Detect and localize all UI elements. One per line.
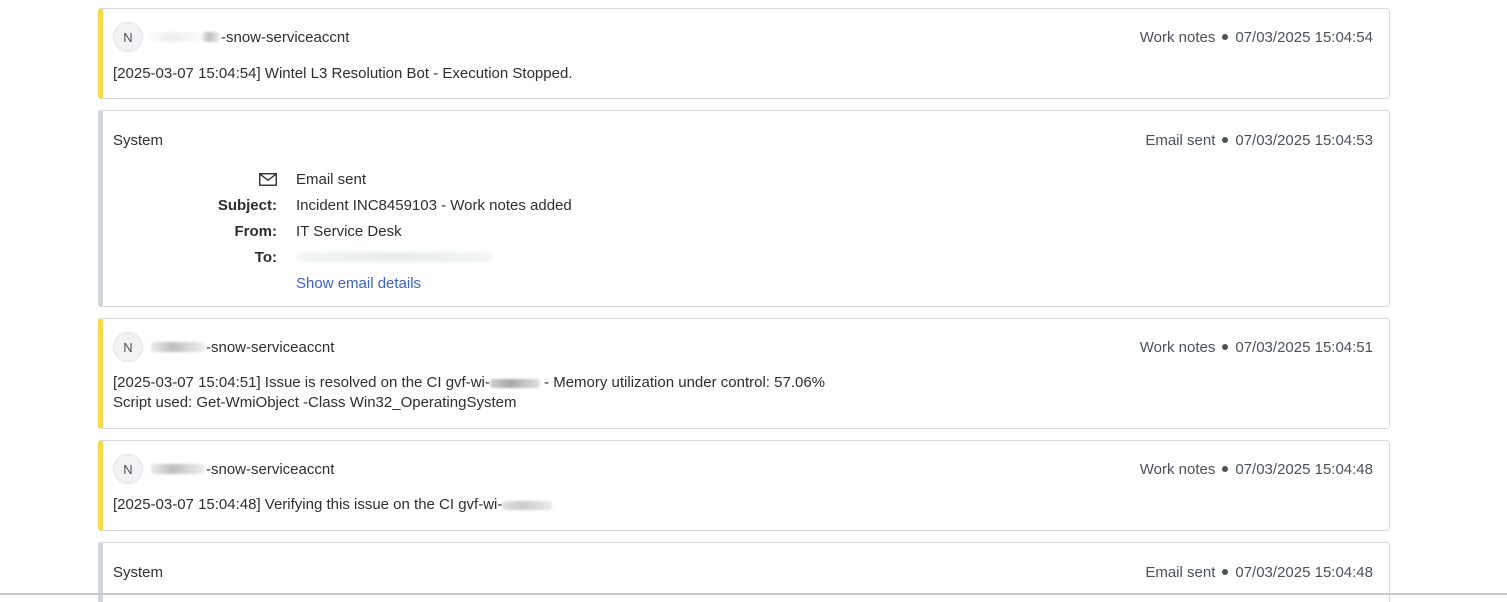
entry-body: [2025-03-07 15:04:48] Verifying this iss… bbox=[113, 495, 1373, 515]
entry-body: [2025-03-07 15:04:51] Issue is resolved … bbox=[113, 373, 1373, 413]
entry-body: [2025-03-07 15:04:54] Wintel L3 Resoluti… bbox=[113, 64, 1373, 84]
entry-text-suffix: - Memory utilization under control: 57.0… bbox=[539, 374, 826, 391]
separator-dot bbox=[1222, 569, 1229, 575]
entry-type-label: Work notes bbox=[1139, 28, 1216, 46]
entry-meta: Work notes 07/03/2025 15:04:51 bbox=[1140, 339, 1373, 356]
separator-dot bbox=[1222, 137, 1229, 143]
entry-timestamp: 07/03/2025 15:04:48 bbox=[1235, 460, 1373, 478]
entry-text-line: [2025-03-07 15:04:48] Verifying this iss… bbox=[113, 495, 1373, 515]
redacted-recipient bbox=[296, 252, 492, 262]
activity-entry-work-notes: N -snow-serviceaccnt Work notes 07/03/20… bbox=[98, 8, 1390, 99]
author-block: N -snow-serviceaccnt bbox=[113, 22, 349, 52]
author-name: -snow-serviceaccnt bbox=[206, 460, 335, 478]
separator-dot bbox=[1222, 344, 1229, 350]
email-from: IT Service Desk bbox=[296, 222, 402, 240]
activity-entry-work-notes: N -snow-serviceaccnt Work notes 07/03/20… bbox=[98, 318, 1390, 429]
to-label: To: bbox=[254, 248, 277, 266]
avatar[interactable]: N bbox=[113, 332, 143, 362]
redacted-text bbox=[151, 32, 201, 42]
email-details-row: Show email details bbox=[113, 270, 713, 296]
entry-text-prefix: [2025-03-07 15:04:48] Verifying this iss… bbox=[113, 496, 503, 513]
avatar[interactable]: N bbox=[113, 454, 143, 484]
activity-entry-work-notes: N -snow-serviceaccnt Work notes 07/03/20… bbox=[98, 440, 1390, 531]
entry-timestamp: 07/03/2025 15:04:54 bbox=[1235, 28, 1373, 46]
entry-text-line: Script used: Get-WmiObject -Class Win32_… bbox=[113, 394, 517, 411]
entry-type-label: Email sent bbox=[1145, 131, 1216, 149]
entry-text-line: [2025-03-07 15:04:51] Issue is resolved … bbox=[113, 373, 1373, 393]
email-status-row: Email sent bbox=[113, 166, 713, 192]
activity-entry-email: System Email sent 07/03/2025 15:04:53 Em… bbox=[98, 110, 1390, 307]
avatar[interactable]: N bbox=[113, 22, 143, 52]
entry-type-label: Work notes bbox=[1139, 460, 1216, 478]
email-from-row: From: IT Service Desk bbox=[113, 218, 713, 244]
separator-dot bbox=[1222, 34, 1229, 40]
entry-meta: Email sent 07/03/2025 15:04:53 bbox=[1145, 132, 1373, 149]
entry-timestamp: 07/03/2025 15:04:48 bbox=[1235, 563, 1373, 581]
from-label: From: bbox=[234, 222, 278, 240]
entry-timestamp: 07/03/2025 15:04:53 bbox=[1235, 131, 1373, 149]
entry-meta: Work notes 07/03/2025 15:04:54 bbox=[1140, 29, 1373, 46]
page-divider bbox=[0, 593, 1507, 595]
author-block: N -snow-serviceaccnt bbox=[113, 454, 334, 484]
email-subject: Incident INC8459103 - Work notes added bbox=[296, 196, 572, 214]
show-email-details-link[interactable]: Show email details bbox=[296, 275, 421, 292]
entry-meta: Email sent 07/03/2025 15:04:48 bbox=[1145, 564, 1373, 581]
email-status: Email sent bbox=[296, 170, 367, 188]
entry-header: N -snow-serviceaccnt Work notes 07/03/20… bbox=[113, 332, 1373, 362]
author-name: System bbox=[113, 563, 164, 581]
redacted-text bbox=[489, 378, 540, 388]
entry-type-label: Email sent bbox=[1145, 563, 1216, 581]
envelope-icon bbox=[113, 172, 296, 186]
redacted-text bbox=[151, 464, 205, 474]
entry-header: N -snow-serviceaccnt Work notes 07/03/20… bbox=[113, 454, 1373, 484]
entry-timestamp: 07/03/2025 15:04:51 bbox=[1235, 338, 1373, 356]
entry-header: System Email sent 07/03/2025 15:04:48 bbox=[113, 558, 1373, 586]
entry-type-label: Work notes bbox=[1139, 338, 1216, 356]
redacted-text bbox=[202, 32, 220, 42]
subject-label: Subject: bbox=[217, 196, 277, 214]
author-name: -snow-serviceaccnt bbox=[206, 338, 335, 356]
email-to-row: To: bbox=[113, 244, 713, 270]
author-name: System bbox=[113, 131, 164, 149]
entry-header: N -snow-serviceaccnt Work notes 07/03/20… bbox=[113, 22, 1373, 52]
email-subject-row: Subject: Incident INC8459103 - Work note… bbox=[113, 192, 713, 218]
entry-text-prefix: [2025-03-07 15:04:51] Issue is resolved … bbox=[113, 374, 490, 391]
redacted-text bbox=[502, 500, 553, 510]
author-block: N -snow-serviceaccnt bbox=[113, 332, 334, 362]
entry-header: System Email sent 07/03/2025 15:04:53 bbox=[113, 126, 1373, 154]
redacted-text bbox=[151, 342, 205, 352]
author-name: -snow-serviceaccnt bbox=[221, 28, 350, 46]
email-summary: Email sent Subject: Incident INC8459103 … bbox=[113, 166, 713, 296]
entry-meta: Work notes 07/03/2025 15:04:48 bbox=[1140, 461, 1373, 478]
entry-text-line: [2025-03-07 15:04:54] Wintel L3 Resoluti… bbox=[113, 65, 573, 82]
separator-dot bbox=[1222, 466, 1229, 472]
activity-stream: N -snow-serviceaccnt Work notes 07/03/20… bbox=[98, 8, 1390, 602]
